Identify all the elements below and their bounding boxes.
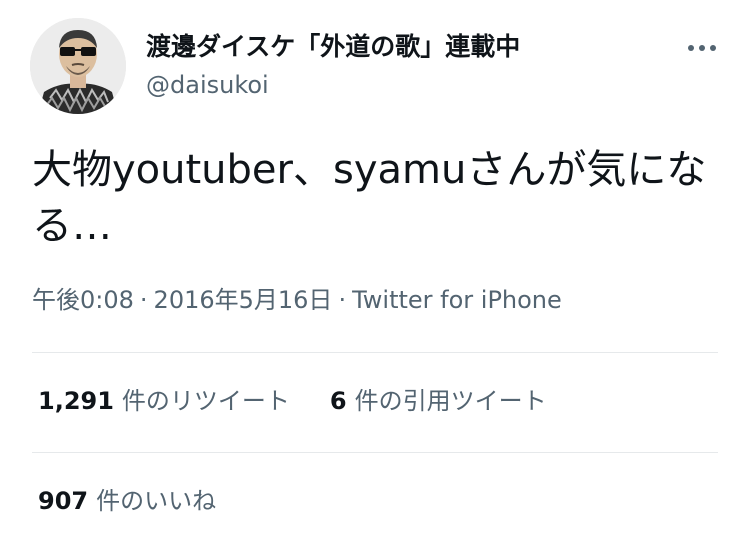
like-count: 907 <box>38 487 89 515</box>
more-dot <box>710 45 716 51</box>
display-name[interactable]: 渡邊ダイスケ「外道の歌」連載中 <box>146 30 520 64</box>
quote-count: 6 <box>329 387 347 415</box>
like-label: 件のいいね <box>96 487 217 515</box>
meta-separator: · <box>338 286 347 314</box>
avatar[interactable] <box>30 18 126 114</box>
meta-separator: · <box>139 286 148 314</box>
stats-row-retweets: 1,291 件のリツイート 6 件の引用ツイート <box>38 384 547 418</box>
tweet-card: 渡邊ダイスケ「外道の歌」連載中 @daisukoi 大物youtuber、sya… <box>0 0 750 540</box>
retweet-count: 1,291 <box>38 387 114 415</box>
retweet-label: 件のリツイート <box>121 387 290 415</box>
divider <box>32 352 718 353</box>
retweets-stat[interactable]: 1,291 件のリツイート <box>38 384 290 418</box>
tweet-date[interactable]: 2016年5月16日 <box>154 286 333 314</box>
tweet-text: 大物youtuber、syamuさんが気になる… <box>32 147 707 249</box>
user-handle[interactable]: @daisukoi <box>146 69 269 101</box>
tweet-meta: 午後0:08 · 2016年5月16日 · Twitter for iPhone <box>32 283 562 317</box>
quote-label: 件の引用ツイート <box>354 387 547 415</box>
tweet-source[interactable]: Twitter for iPhone <box>352 286 562 314</box>
more-dot <box>699 45 705 51</box>
divider <box>32 452 718 453</box>
more-options-button[interactable] <box>680 32 724 64</box>
likes-stat[interactable]: 907 件のいいね <box>38 484 216 518</box>
avatar-illustration <box>30 18 126 114</box>
more-horizontal-icon <box>688 45 694 51</box>
stats-row-likes: 907 件のいいね <box>38 484 216 518</box>
quotes-stat[interactable]: 6 件の引用ツイート <box>330 384 547 418</box>
tweet-time[interactable]: 午後0:08 <box>32 286 134 314</box>
